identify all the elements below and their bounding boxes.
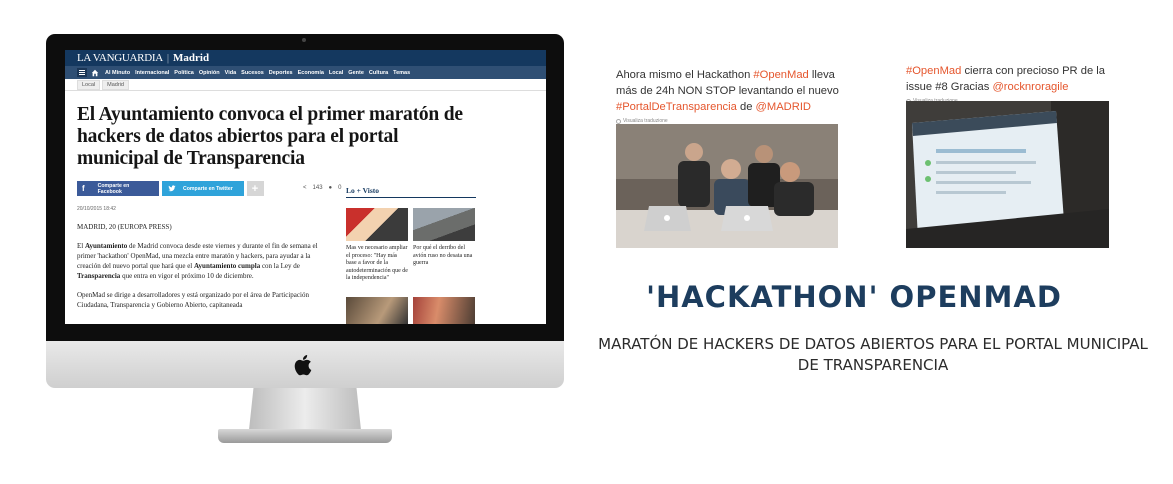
comment-count[interactable]: 0 <box>338 185 341 191</box>
article-dateline: MADRID, 20 (EUROPA PRESS) <box>77 223 172 231</box>
nav-item[interactable]: Gente <box>348 70 364 76</box>
hashtag-openmad[interactable]: #OpenMad <box>753 69 808 81</box>
tweet-text: Ahora mismo el Hackathon #OpenMad lleva … <box>616 69 839 113</box>
site-nav: Al Minuto Internacional Política Opinión… <box>65 66 546 79</box>
comment-icon: ● <box>328 185 333 191</box>
rail-thumbnail[interactable] <box>346 297 408 324</box>
twitter-share-button[interactable]: Comparte en Twitter <box>162 181 244 196</box>
nav-item[interactable]: Opinión <box>199 70 220 76</box>
news-webpage: LA VANGUARDIA | Madrid Al Minuto Interna… <box>65 50 546 324</box>
rail-thumbnail[interactable] <box>413 297 475 324</box>
laptop-photo-illustration <box>906 101 1109 248</box>
mention-rocknroragile[interactable]: @rocknroragile <box>992 81 1068 93</box>
imac-stand-neck <box>249 388 361 430</box>
link-ayuntamiento[interactable]: Ayuntamiento <box>85 242 127 250</box>
imac-chin <box>46 341 564 388</box>
facebook-share-label: Comparte en Facebook <box>97 182 130 195</box>
tweet-text: #OpenMad cierra con precioso PR de la is… <box>906 65 1105 93</box>
rail-captions: Mas ve necesario ampliar el proceso: "Ha… <box>346 245 476 283</box>
nav-item[interactable]: Internacional <box>135 70 169 76</box>
brand-separator: | <box>166 52 170 64</box>
tweet-card-2: #OpenMad cierra con precioso PR de la is… <box>906 63 1118 104</box>
rail-item-link[interactable]: Mas ve necesario ampliar el proceso: "Ha… <box>346 245 408 283</box>
link-ayuntamiento-cumpla[interactable]: Ayuntamiento cumpla <box>194 262 260 270</box>
tweet-card-1: Ahora mismo el Hackathon #OpenMad lleva … <box>616 67 856 124</box>
rail-thumbnail[interactable] <box>346 208 408 241</box>
apple-logo-icon <box>294 355 312 376</box>
site-header: LA VANGUARDIA | Madrid <box>65 50 546 66</box>
more-share-button[interactable]: + <box>247 181 264 196</box>
twitter-share-label: Comparte en Twitter <box>183 185 233 192</box>
hackathon-photo-illustration <box>616 124 838 248</box>
nav-item[interactable]: Local <box>329 70 343 76</box>
breadcrumb-item[interactable]: Madrid <box>102 79 129 90</box>
nav-item[interactable]: Sucesos <box>241 70 264 76</box>
nav-item[interactable]: Política <box>174 70 194 76</box>
share-icon: < <box>303 185 307 191</box>
tweet-photo-hackathon-team[interactable] <box>616 124 838 248</box>
imac-stand-base <box>218 429 392 443</box>
imac-screen-frame: LA VANGUARDIA | Madrid Al Minuto Interna… <box>46 34 564 341</box>
breadcrumb-item[interactable]: Local <box>77 79 101 90</box>
nav-item[interactable]: Cultura <box>369 70 388 76</box>
site-brand[interactable]: LA VANGUARDIA <box>77 52 163 64</box>
link-transparencia[interactable]: Transparencia <box>77 272 120 280</box>
site-section[interactable]: Madrid <box>173 52 209 64</box>
rail-item-link[interactable]: Por qué el derribo del avión ruso no des… <box>413 245 475 283</box>
facebook-share-button[interactable]: f Comparte en Facebook <box>77 181 159 196</box>
mention-madrid[interactable]: @MADRID <box>756 101 811 113</box>
nav-item[interactable]: Economía <box>298 70 324 76</box>
article-body: El Ayuntamiento de Madrid convoca desde … <box>77 241 332 310</box>
hashtag-portal-transparencia[interactable]: #PortalDeTransparencia <box>616 101 737 113</box>
home-icon[interactable] <box>91 69 99 77</box>
article-paragraph: OpenMad se dirige a desarrolladores y es… <box>77 291 309 309</box>
nav-item[interactable]: Al Minuto <box>105 70 130 76</box>
most-viewed-rail: Lo + Visto Mas ve necesario ampliar el p… <box>346 186 476 324</box>
nav-item[interactable]: Temas <box>393 70 410 76</box>
camera-icon <box>302 38 306 42</box>
page-title: 'HACKATHON' OPENMAD <box>646 280 1062 314</box>
rail-thumbnails <box>346 208 476 241</box>
menu-icon[interactable] <box>77 68 87 77</box>
imac-mockup: LA VANGUARDIA | Madrid Al Minuto Interna… <box>46 34 564 444</box>
twitter-icon <box>168 185 176 192</box>
article-headline: El Ayuntamiento convoca el primer marató… <box>77 104 463 169</box>
hashtag-openmad[interactable]: #OpenMad <box>906 65 961 77</box>
share-stats: < 143 ● 0 <box>303 185 342 191</box>
article-date: 20/10/2015 18:42 <box>77 206 116 212</box>
breadcrumb: Local Madrid <box>65 79 546 91</box>
page-subtitle: MARATÓN DE HACKERS DE DATOS ABIERTOS PAR… <box>598 335 1148 374</box>
tweet-photo-laptop-github[interactable] <box>906 101 1109 248</box>
nav-item[interactable]: Vida <box>225 70 237 76</box>
globe-icon <box>616 118 621 124</box>
nav-item[interactable]: Deportes <box>269 70 293 76</box>
rail-title: Lo + Visto <box>346 186 476 198</box>
article-paragraph: El Ayuntamiento de Madrid convoca desde … <box>77 242 318 280</box>
rail-thumbnail[interactable] <box>413 208 475 241</box>
share-count: 143 <box>312 185 323 191</box>
rail-thumbnails-second-row <box>346 297 475 324</box>
facebook-icon: f <box>82 184 85 193</box>
share-bar: f Comparte en Facebook Comparte en Twitt… <box>77 181 264 196</box>
